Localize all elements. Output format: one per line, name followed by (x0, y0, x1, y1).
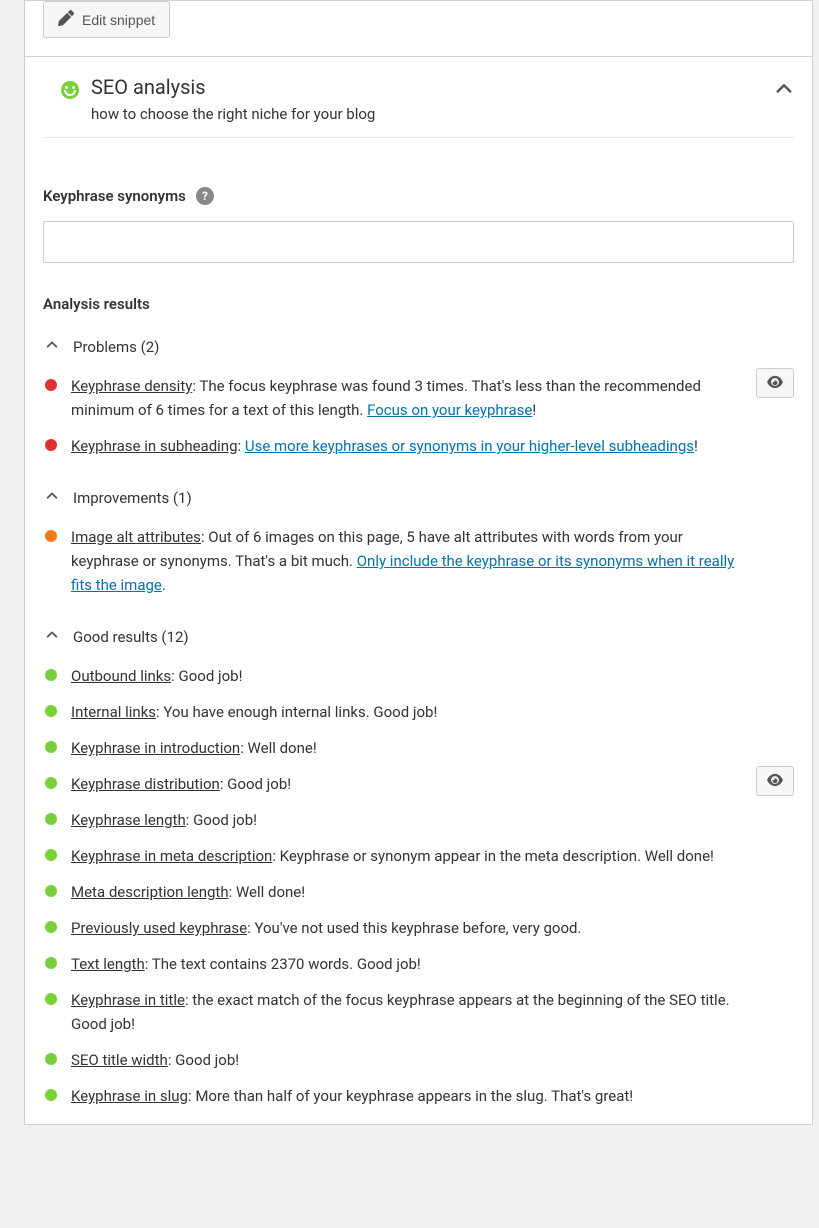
result-keyword-link[interactable]: Text length (71, 955, 145, 973)
result-keyword-link[interactable]: Keyphrase density (71, 377, 192, 395)
result-item: SEO title width: Good job! (43, 1042, 794, 1078)
edit-snippet-button[interactable]: Edit snippet (43, 1, 170, 38)
result-item: Keyphrase in title: the exact match of t… (43, 982, 794, 1042)
result-keyword-link[interactable]: Keyphrase length (71, 811, 186, 829)
result-action-link[interactable]: Focus on your keyphrase (367, 401, 532, 419)
result-item: Keyphrase density: The focus keyphrase w… (43, 368, 794, 428)
result-keyword-link[interactable]: Keyphrase in subheading (71, 437, 238, 455)
result-action-link[interactable]: Use more keyphrases or synonyms in your … (245, 437, 694, 455)
improvements-section-toggle[interactable]: Improvements (1) (43, 488, 794, 507)
result-text: Keyphrase in title: the exact match of t… (71, 988, 794, 1036)
seo-analysis-subtitle: how to choose the right niche for your b… (91, 105, 375, 123)
result-text: Meta description length: Well done! (71, 880, 353, 904)
result-text: Keyphrase distribution: Good job! (71, 772, 339, 796)
result-item: Previously used keyphrase: You've not us… (43, 910, 794, 946)
highlight-eye-button[interactable] (756, 766, 794, 796)
result-item: Keyphrase in subheading: Use more keyphr… (43, 428, 794, 464)
status-bullet-icon (45, 849, 57, 861)
result-text: Previously used keyphrase: You've not us… (71, 916, 629, 940)
result-text: Text length: The text contains 2370 word… (71, 952, 469, 976)
result-item: Text length: The text contains 2370 word… (43, 946, 794, 982)
result-keyword-link[interactable]: Keyphrase in slug (71, 1087, 188, 1105)
result-item: Keyphrase in introduction: Well done! (43, 730, 794, 766)
result-item: Image alt attributes: Out of 6 images on… (43, 519, 794, 603)
result-text: SEO title width: Good job! (71, 1048, 287, 1072)
status-bullet-icon (45, 705, 57, 717)
status-bullet-icon (45, 439, 57, 451)
result-keyword-link[interactable]: Image alt attributes (71, 528, 201, 546)
result-item: Keyphrase length: Good job! (43, 802, 794, 838)
result-text: Keyphrase length: Good job! (71, 808, 305, 832)
result-item: Outbound links: Good job! (43, 658, 794, 694)
result-text: Keyphrase density: The focus keyphrase w… (71, 374, 794, 422)
result-text: Keyphrase in slug: More than half of you… (71, 1084, 681, 1108)
result-keyword-link[interactable]: Keyphrase in meta description (71, 847, 272, 865)
result-keyword-link[interactable]: Meta description length (71, 883, 229, 901)
result-keyword-link[interactable]: Outbound links (71, 667, 171, 685)
result-text: Keyphrase in subheading: Use more keyphr… (71, 434, 746, 458)
highlight-eye-button[interactable] (756, 368, 794, 398)
result-item: Meta description length: Well done! (43, 874, 794, 910)
result-keyword-link[interactable]: Keyphrase in title (71, 991, 185, 1009)
keyphrase-synonyms-label: Keyphrase synonyms ? (43, 187, 214, 205)
problems-section-toggle[interactable]: Problems (2) (43, 337, 794, 356)
result-text: Image alt attributes: Out of 6 images on… (71, 525, 794, 597)
smiley-icon (61, 81, 79, 99)
result-item: Keyphrase in slug: More than half of you… (43, 1078, 794, 1114)
result-item: Keyphrase distribution: Good job! (43, 766, 794, 802)
status-bullet-icon (45, 669, 57, 681)
good-results-section-toggle[interactable]: Good results (12) (43, 627, 794, 646)
keyphrase-synonyms-input[interactable] (43, 221, 794, 263)
result-text: Internal links: You have enough internal… (71, 700, 485, 724)
status-bullet-icon (45, 993, 57, 1005)
result-item: Internal links: You have enough internal… (43, 694, 794, 730)
status-bullet-icon (45, 1053, 57, 1065)
chevron-up-icon (43, 337, 59, 356)
problems-label: Problems (2) (73, 338, 159, 356)
status-bullet-icon (45, 530, 57, 542)
result-text: Outbound links: Good job! (71, 664, 290, 688)
result-text: Keyphrase in introduction: Well done! (71, 736, 365, 760)
seo-analysis-title: SEO analysis (91, 75, 375, 99)
analysis-results-heading: Analysis results (43, 295, 794, 313)
status-bullet-icon (45, 741, 57, 753)
result-keyword-link[interactable]: Internal links (71, 703, 156, 721)
result-keyword-link[interactable]: SEO title width (71, 1051, 168, 1069)
result-keyword-link[interactable]: Keyphrase distribution (71, 775, 220, 793)
result-item: Keyphrase in meta description: Keyphrase… (43, 838, 794, 874)
result-keyword-link[interactable]: Previously used keyphrase (71, 919, 247, 937)
eye-icon (765, 374, 785, 393)
result-text: Keyphrase in meta description: Keyphrase… (71, 844, 762, 868)
result-keyword-link[interactable]: Keyphrase in introduction (71, 739, 240, 757)
chevron-up-icon (43, 488, 59, 507)
status-bullet-icon (45, 379, 57, 391)
improvements-label: Improvements (1) (73, 489, 192, 507)
pencil-icon (58, 10, 74, 29)
chevron-up-icon (43, 627, 59, 646)
eye-icon (765, 772, 785, 791)
status-bullet-icon (45, 777, 57, 789)
status-bullet-icon (45, 957, 57, 969)
help-icon[interactable]: ? (196, 187, 214, 205)
status-bullet-icon (45, 1089, 57, 1101)
edit-snippet-label: Edit snippet (82, 12, 155, 28)
result-action-link[interactable]: Only include the keyphrase or its synony… (71, 552, 734, 594)
good-results-label: Good results (12) (73, 628, 189, 646)
status-bullet-icon (45, 921, 57, 933)
status-bullet-icon (45, 813, 57, 825)
status-bullet-icon (45, 885, 57, 897)
collapse-toggle[interactable] (774, 79, 794, 103)
chevron-up-icon (774, 84, 794, 103)
